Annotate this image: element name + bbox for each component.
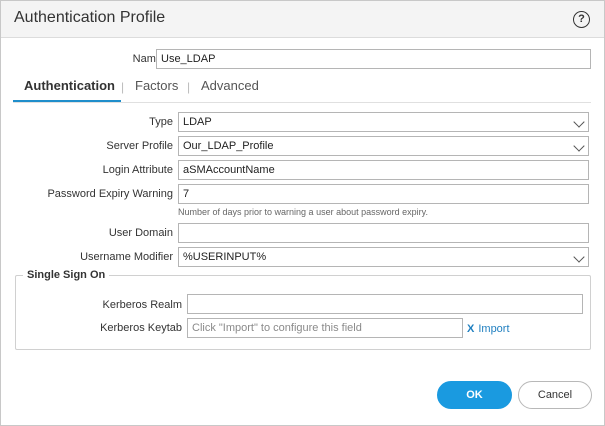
type-value: LDAP — [183, 116, 212, 128]
tab-divider — [13, 102, 591, 103]
name-input[interactable]: Use_LDAP — [156, 49, 591, 69]
login-attribute-label: Login Attribute — [102, 164, 173, 176]
chevron-down-icon[interactable] — [573, 116, 585, 128]
chevron-down-icon[interactable] — [573, 251, 585, 263]
server-profile-value: Our_LDAP_Profile — [183, 140, 274, 152]
username-modifier-value: %USERINPUT% — [183, 251, 267, 263]
tab-authentication[interactable]: Authentication — [24, 78, 115, 93]
tab-separator: | — [187, 80, 191, 94]
login-attribute-input[interactable]: aSMAccountName — [178, 160, 589, 180]
dialog-titlebar: Authentication Profile ? — [1, 1, 604, 38]
type-label: Type — [149, 116, 173, 128]
tab-separator: | — [121, 80, 125, 94]
ok-button[interactable]: OK — [437, 381, 512, 409]
help-icon[interactable]: ? — [573, 11, 590, 28]
tab-factors[interactable]: Factors — [135, 78, 178, 93]
server-profile-label: Server Profile — [106, 140, 173, 152]
server-profile-select[interactable]: Our_LDAP_Profile — [178, 136, 589, 156]
username-modifier-label: Username Modifier — [80, 251, 173, 263]
kerberos-realm-label: Kerberos Realm — [102, 299, 182, 311]
name-label: Name — [132, 53, 162, 65]
password-expiry-input[interactable]: 7 — [178, 184, 589, 204]
dialog-title: Authentication Profile — [14, 9, 166, 26]
type-select[interactable]: LDAP — [178, 112, 589, 132]
import-icon: X — [467, 323, 475, 335]
kerberos-keytab-label: Kerberos Keytab — [100, 322, 182, 334]
user-domain-label: User Domain — [108, 227, 173, 239]
sso-legend: Single Sign On — [23, 269, 110, 281]
chevron-down-icon[interactable] — [573, 140, 585, 152]
import-label: Import — [478, 323, 510, 335]
username-modifier-select[interactable]: %USERINPUT% — [178, 247, 589, 267]
authentication-profile-dialog: Authentication Profile ? Name Use_LDAP A… — [0, 0, 605, 426]
cancel-button[interactable]: Cancel — [518, 381, 592, 409]
import-link[interactable]: X Import — [467, 323, 510, 335]
password-expiry-help: Number of days prior to warning a user a… — [178, 207, 428, 217]
tab-advanced[interactable]: Advanced — [201, 78, 259, 93]
password-expiry-label: Password Expiry Warning — [47, 188, 173, 200]
kerberos-realm-input[interactable] — [187, 294, 583, 314]
user-domain-input[interactable] — [178, 223, 589, 243]
kerberos-keytab-field[interactable]: Click "Import" to configure this field — [187, 318, 463, 338]
